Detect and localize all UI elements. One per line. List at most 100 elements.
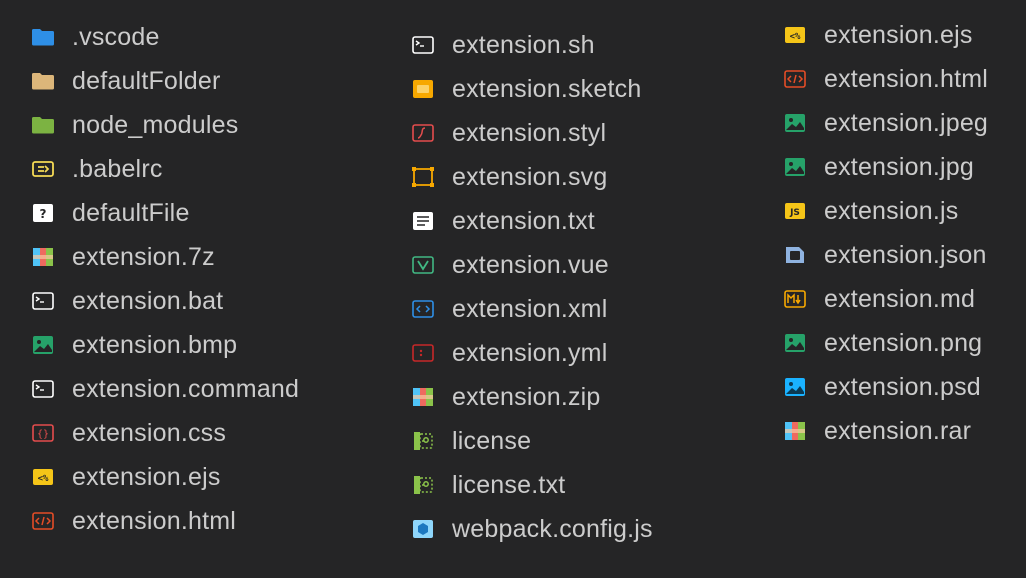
file-item-extension-svg[interactable]: extension.svg: [411, 155, 653, 199]
html-icon: [31, 509, 55, 533]
file-item-extension-styl[interactable]: extension.styl: [411, 111, 653, 155]
file-item-extension-command[interactable]: extension.command: [31, 367, 299, 411]
file-item-license-txt[interactable]: license.txt: [411, 463, 653, 507]
file-item-extension-jpg[interactable]: extension.jpg: [783, 145, 988, 189]
babel-icon: [31, 157, 55, 181]
file-item-vscode[interactable]: .vscode: [31, 15, 299, 59]
svg-text:?: ?: [40, 207, 47, 221]
file-name-label: license: [452, 426, 532, 455]
file-item-defaultfolder[interactable]: defaultFolder: [31, 59, 299, 103]
file-name-label: extension.txt: [452, 206, 595, 235]
file-item-license[interactable]: license: [411, 419, 653, 463]
js-icon: JS: [783, 199, 807, 223]
webpack-icon: [411, 517, 435, 541]
file-item-extension-css[interactable]: {} extension.css: [31, 411, 299, 455]
file-name-label: extension.bat: [72, 286, 224, 315]
file-item-extension-ejs[interactable]: <% extension.ejs: [783, 13, 988, 57]
folder-vscode-icon: [31, 25, 55, 49]
file-item-extension-json[interactable]: extension.json: [783, 233, 988, 277]
folder-icon: [31, 69, 55, 93]
file-name-label: extension.css: [72, 418, 227, 447]
file-name-label: extension.vue: [452, 250, 609, 279]
file-name-label: extension.sh: [452, 30, 595, 59]
image-icon: [783, 331, 807, 355]
html-icon: [783, 67, 807, 91]
file-item-extension-vue[interactable]: extension.vue: [411, 243, 653, 287]
file-item-extension-md[interactable]: extension.md: [783, 277, 988, 321]
file-name-label: license.txt: [452, 470, 566, 499]
file-item-extension-jpeg[interactable]: extension.jpeg: [783, 101, 988, 145]
terminal-icon: [31, 289, 55, 313]
stylus-icon: [411, 121, 435, 145]
file-item-extension-zip[interactable]: extension.zip: [411, 375, 653, 419]
file-name-label: defaultFolder: [72, 66, 221, 95]
file-name-label: extension.jpeg: [824, 108, 989, 137]
file-item-extension-ejs[interactable]: <% extension.ejs: [31, 455, 299, 499]
file-name-label: extension.7z: [72, 242, 215, 271]
file-name-label: extension.svg: [452, 162, 608, 191]
file-name-label: extension.md: [824, 284, 976, 313]
file-name-label: extension.command: [72, 374, 300, 403]
file-name-label: webpack.config.js: [452, 514, 653, 543]
json-icon: [783, 243, 807, 267]
file-name-label: extension.sketch: [452, 74, 642, 103]
svg-text:JS: JS: [789, 208, 800, 218]
file-item-extension-png[interactable]: extension.png: [783, 321, 988, 365]
file-item-extension-xml[interactable]: extension.xml: [411, 287, 653, 331]
file-item-defaultfile[interactable]: ? defaultFile: [31, 191, 299, 235]
file-name-label: .vscode: [72, 22, 160, 51]
css-icon: {}: [31, 421, 55, 445]
file-icon-explorer: .vscode defaultFolder node_modules .babelrc…: [0, 0, 1026, 578]
file-item-extension-txt[interactable]: extension.txt: [411, 199, 653, 243]
file-name-label: extension.html: [72, 506, 236, 535]
file-item-node-modules[interactable]: node_modules: [31, 103, 299, 147]
archive-icon: [783, 419, 807, 443]
svg-text:{}: {}: [37, 429, 49, 440]
svg-text:<%: <%: [38, 474, 49, 484]
file-name-label: extension.zip: [452, 382, 601, 411]
vue-icon: [411, 253, 435, 277]
file-name-label: defaultFile: [72, 198, 190, 227]
file-name-label: extension.styl: [452, 118, 607, 147]
file-item-extension-html[interactable]: extension.html: [783, 57, 988, 101]
file-item-babelrc[interactable]: .babelrc: [31, 147, 299, 191]
file-item-extension-rar[interactable]: extension.rar: [783, 409, 988, 453]
sketch-icon: [411, 77, 435, 101]
file-item-extension-7z[interactable]: extension.7z: [31, 235, 299, 279]
markdown-icon: [783, 287, 807, 311]
file-column-3: <% extension.ejs extension.html extension.j…: [783, 13, 988, 453]
file-name-label: extension.rar: [824, 416, 972, 445]
license-icon: [411, 429, 435, 453]
archive-icon: [411, 385, 435, 409]
svg-icon: [411, 165, 435, 189]
file-item-extension-yml[interactable]: extension.yml: [411, 331, 653, 375]
file-name-label: extension.yml: [452, 338, 608, 367]
file-name-label: extension.xml: [452, 294, 608, 323]
file-column-2: extension.sh extension.sketch extension.st…: [411, 23, 653, 551]
file-item-extension-sketch[interactable]: extension.sketch: [411, 67, 653, 111]
file-item-extension-psd[interactable]: extension.psd: [783, 365, 988, 409]
file-name-label: extension.ejs: [824, 20, 973, 49]
ejs-icon: <%: [783, 23, 807, 47]
file-item-extension-html[interactable]: extension.html: [31, 499, 299, 543]
file-name-label: node_modules: [72, 110, 239, 139]
file-item-extension-bat[interactable]: extension.bat: [31, 279, 299, 323]
file-name-label: extension.png: [824, 328, 983, 357]
file-item-extension-bmp[interactable]: extension.bmp: [31, 323, 299, 367]
file-item-extension-js[interactable]: JS extension.js: [783, 189, 988, 233]
terminal-icon: [411, 33, 435, 57]
default-file-icon: ?: [31, 201, 55, 225]
ejs-icon: <%: [31, 465, 55, 489]
license-icon: [411, 473, 435, 497]
file-name-label: extension.bmp: [72, 330, 238, 359]
file-item-webpack-config-js[interactable]: webpack.config.js: [411, 507, 653, 551]
file-name-label: extension.html: [824, 64, 988, 93]
file-name-label: extension.json: [824, 240, 987, 269]
xml-icon: [411, 297, 435, 321]
image-icon: [783, 111, 807, 135]
folder-node-icon: [31, 113, 55, 137]
file-item-extension-sh[interactable]: extension.sh: [411, 23, 653, 67]
yaml-icon: [411, 341, 435, 365]
terminal-icon: [31, 377, 55, 401]
image-icon: [783, 155, 807, 179]
